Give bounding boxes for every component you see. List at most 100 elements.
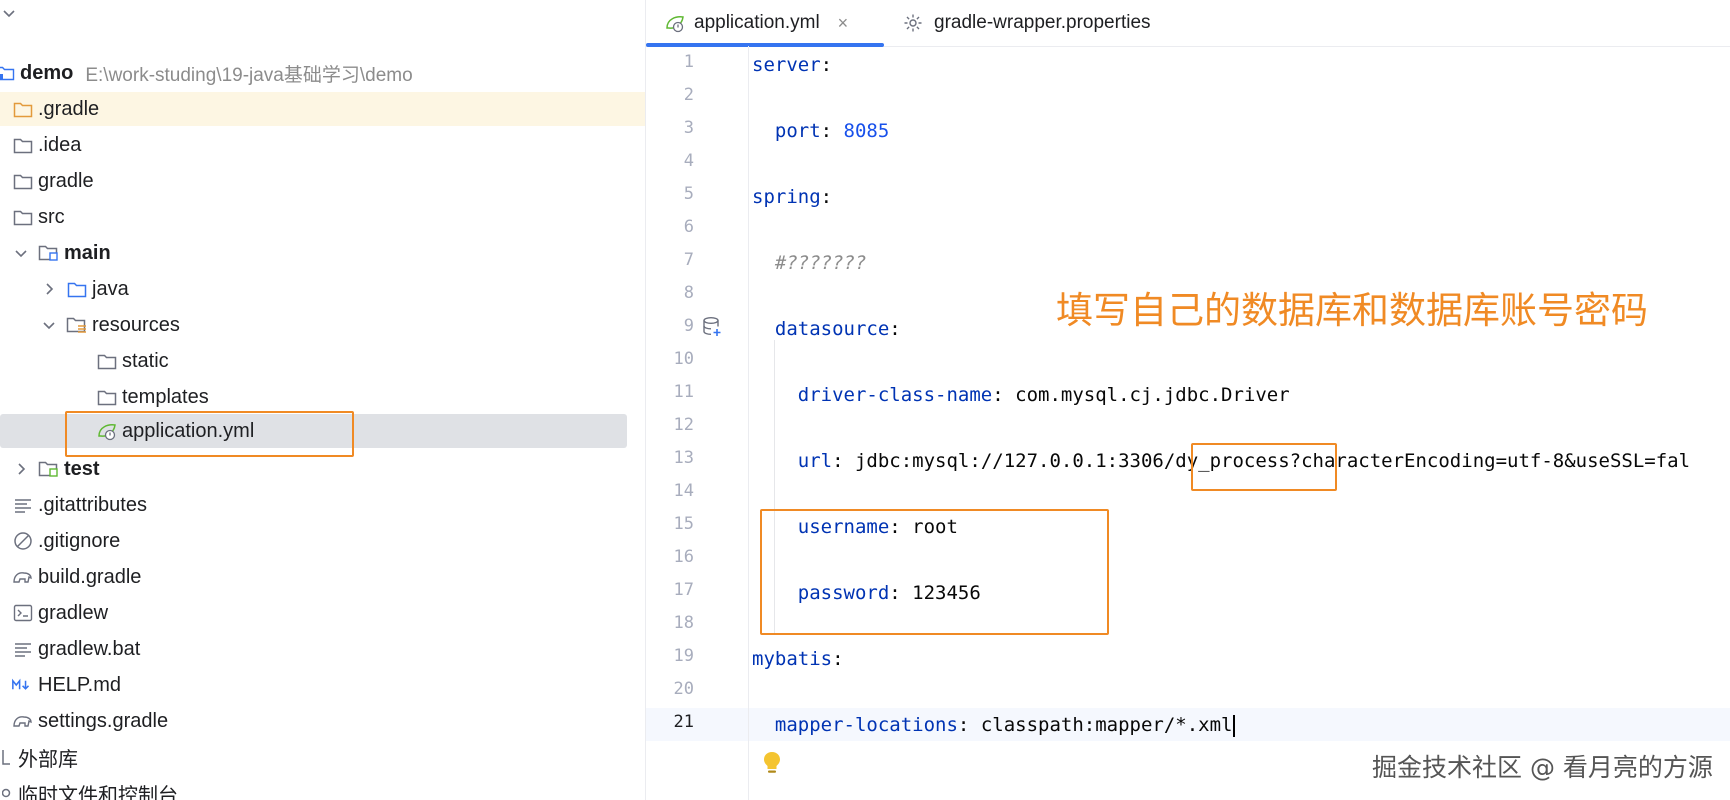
chevron-right-icon[interactable] bbox=[40, 280, 58, 298]
tree-item-label: .gradle bbox=[38, 97, 100, 120]
editor-tabs: application.yml × gradle-wrapper.propert… bbox=[646, 0, 1730, 47]
code-line-19[interactable]: mybatis: bbox=[752, 643, 844, 676]
terminal-icon bbox=[12, 603, 34, 623]
line-number: 6 bbox=[683, 217, 694, 237]
folder-icon bbox=[66, 279, 88, 299]
text-file-icon bbox=[12, 495, 34, 515]
code-line-21[interactable]: mapper-locations: classpath:mapper/*.xml bbox=[752, 709, 1236, 742]
chevron-down-icon[interactable] bbox=[12, 244, 30, 262]
line-number-current: 21 bbox=[673, 712, 694, 732]
tree-item-label: templates bbox=[122, 385, 209, 408]
line-number: 13 bbox=[673, 448, 694, 468]
tree-item-label: gradlew.bat bbox=[38, 637, 141, 660]
tree-item-label: settings.gradle bbox=[38, 709, 169, 732]
test-folder-icon bbox=[38, 459, 60, 479]
tree-item-gradlew[interactable]: gradlew bbox=[0, 596, 642, 630]
tree-item-help-md[interactable]: HELP.md bbox=[0, 668, 642, 702]
chevron-down-icon[interactable] bbox=[40, 316, 58, 334]
tree-item-static[interactable]: static bbox=[0, 344, 645, 378]
code-line-9[interactable]: datasource: bbox=[752, 313, 901, 346]
tree-item-gitattributes[interactable]: .gitattributes bbox=[0, 488, 642, 522]
code-line-7[interactable]: #??????? bbox=[752, 247, 867, 280]
tab-application-yml[interactable]: application.yml × bbox=[646, 0, 884, 47]
tree-root-demo[interactable]: demo E:\work-studing\19-java基础学习\demo bbox=[0, 56, 630, 90]
tree-item-gradle-dir[interactable]: .gradle bbox=[0, 92, 645, 126]
tree-item-resources[interactable]: resources bbox=[0, 308, 645, 342]
tree-item-java[interactable]: java bbox=[0, 272, 645, 306]
watermark: 掘金技术社区 @ 看月亮的方源 bbox=[1372, 753, 1713, 782]
spring-yaml-icon bbox=[664, 13, 686, 33]
line-number: 11 bbox=[673, 382, 694, 402]
chevron-down-icon[interactable] bbox=[2, 6, 18, 26]
project-tree: demo E:\work-studing\19-java基础学习\demo .g… bbox=[0, 0, 646, 800]
tree-item-gitignore[interactable]: .gitignore bbox=[0, 524, 642, 558]
tree-item-label: test bbox=[64, 457, 100, 480]
tree-item-label: main bbox=[64, 241, 111, 264]
gradle-elephant-icon bbox=[12, 711, 34, 731]
folder-icon bbox=[12, 171, 34, 191]
tree-item-label: HELP.md bbox=[38, 673, 122, 696]
line-number: 20 bbox=[673, 679, 694, 699]
tree-item-external-libraries[interactable]: 外部库 bbox=[0, 740, 630, 774]
tree-item-settings-gradle[interactable]: settings.gradle bbox=[0, 704, 642, 738]
module-folder-icon bbox=[0, 63, 16, 83]
tree-item-label: static bbox=[122, 349, 169, 372]
tree-item-gradlew-bat[interactable]: gradlew.bat bbox=[0, 632, 642, 666]
annotation-text: 填写自己的数据库和数据库账号密码 bbox=[1056, 289, 1648, 332]
text-file-icon bbox=[12, 639, 34, 659]
tree-root-path: E:\work-studing\19-java基础学习\demo bbox=[85, 64, 413, 86]
line-number: 15 bbox=[673, 514, 694, 534]
markdown-icon bbox=[12, 675, 34, 695]
scratch-icon bbox=[0, 783, 14, 800]
tree-item-label: gradlew bbox=[38, 601, 109, 624]
resources-folder-icon bbox=[66, 315, 88, 335]
tree-item-templates[interactable]: templates bbox=[0, 380, 645, 414]
tree-item-gradle[interactable]: gradle bbox=[0, 164, 642, 198]
annotation-box-credentials bbox=[760, 509, 1109, 635]
tab-label: application.yml bbox=[694, 12, 820, 33]
tree-item-main[interactable]: main bbox=[0, 236, 642, 270]
folder-icon bbox=[12, 99, 34, 119]
tree-item-build-gradle[interactable]: build.gradle bbox=[0, 560, 642, 594]
source-folder-icon bbox=[38, 243, 60, 263]
annotation-box-file bbox=[65, 411, 354, 457]
gradle-elephant-icon bbox=[12, 567, 34, 587]
code-line-11[interactable]: driver-class-name: com.mysql.cj.jdbc.Dri… bbox=[752, 379, 1290, 412]
tree-item-label: 临时文件和控制台 bbox=[18, 784, 178, 800]
tab-label: gradle-wrapper.properties bbox=[934, 12, 1151, 33]
code-line-3[interactable]: port: 8085 bbox=[752, 115, 889, 148]
gear-icon bbox=[902, 13, 924, 33]
database-icon[interactable] bbox=[702, 316, 724, 343]
line-number: 16 bbox=[673, 547, 694, 567]
line-number: 10 bbox=[673, 349, 694, 369]
folder-icon bbox=[12, 135, 34, 155]
line-gutter: 1 2 3 4 5 6 7 8 9 10 11 12 13 14 15 16 1… bbox=[646, 46, 746, 800]
line-number: 18 bbox=[673, 613, 694, 633]
library-icon bbox=[0, 747, 14, 767]
tree-item-scratches[interactable]: 临时文件和控制台 bbox=[0, 776, 630, 800]
line-number: 8 bbox=[683, 283, 694, 303]
line-number: 4 bbox=[683, 151, 694, 171]
chevron-right-icon[interactable] bbox=[12, 460, 30, 478]
tree-item-src[interactable]: src bbox=[0, 200, 642, 234]
tab-gradle-wrapper-properties[interactable]: gradle-wrapper.properties bbox=[902, 0, 1151, 46]
tree-item-label: .gitattributes bbox=[38, 493, 147, 516]
line-number: 3 bbox=[683, 118, 694, 138]
gutter-separator bbox=[748, 46, 749, 800]
lightbulb-icon[interactable] bbox=[762, 750, 782, 781]
code-line-5[interactable]: spring: bbox=[752, 181, 832, 214]
line-number: 17 bbox=[673, 580, 694, 600]
line-number: 9 bbox=[683, 316, 694, 336]
code-line-1[interactable]: server: bbox=[752, 49, 832, 82]
folder-icon bbox=[96, 351, 118, 371]
tree-item-label: src bbox=[38, 205, 65, 228]
line-number: 7 bbox=[683, 250, 694, 270]
tree-item-idea[interactable]: .idea bbox=[0, 128, 642, 162]
tree-item-label: java bbox=[92, 277, 129, 300]
tree-item-label: .gitignore bbox=[38, 529, 121, 552]
tree-item-test[interactable]: test bbox=[0, 452, 642, 486]
line-number: 2 bbox=[683, 85, 694, 105]
text-caret bbox=[1233, 714, 1236, 737]
tree-root-label: demo bbox=[20, 61, 74, 84]
close-icon[interactable]: × bbox=[838, 13, 849, 34]
